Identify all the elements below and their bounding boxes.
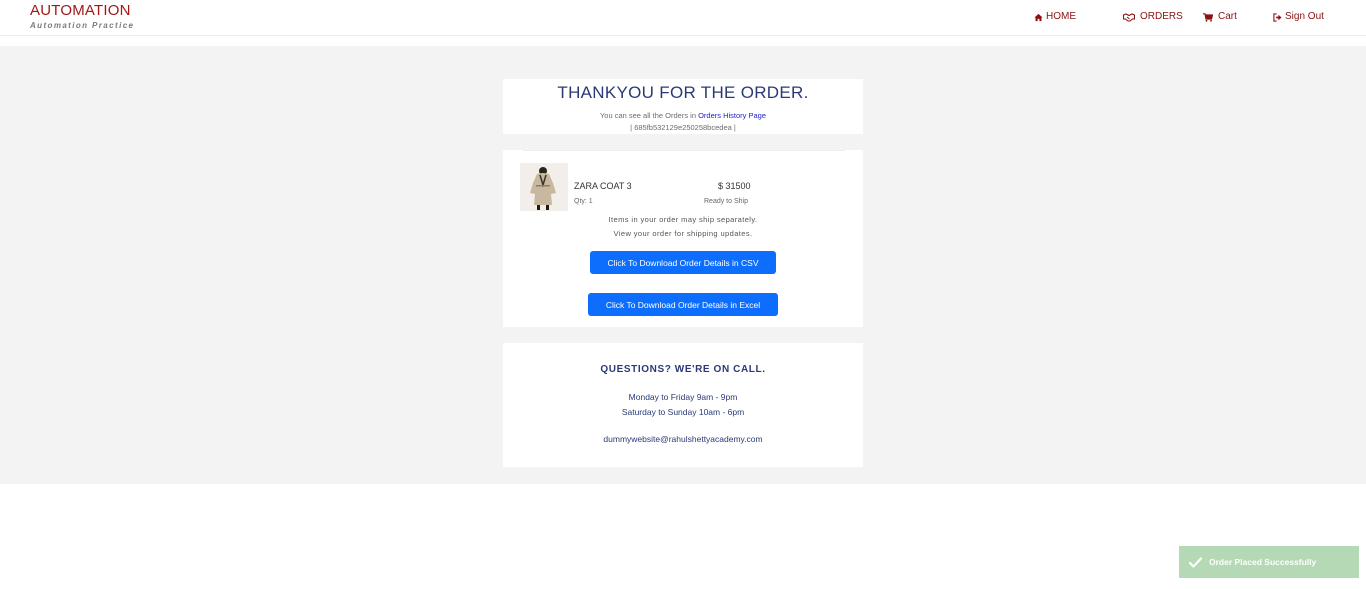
nav-cart-button[interactable]: Cart <box>1203 11 1237 23</box>
order-details-card: ZARA COAT 3 $ 31500 Qty: 1 Ready to Ship… <box>503 150 863 327</box>
nav-home-button[interactable]: HOME <box>1034 11 1076 23</box>
download-csv-button[interactable]: Click To Download Order Details in CSV <box>590 251 776 274</box>
nav-home-label: HOME <box>1046 11 1076 22</box>
brand-subtitle: Automation Practice <box>30 21 135 30</box>
order-id: | 685fb532129e250258bcedea | <box>630 123 736 132</box>
orders-history-prefix: You can see all the Orders in <box>599 111 699 120</box>
contact-title: QUESTIONS? WE'RE ON CALL. <box>600 364 766 375</box>
product-price: $ 31500 <box>718 181 751 191</box>
nav-cart-label: Cart <box>1218 11 1237 22</box>
download-excel-button[interactable]: Click To Download Order Details in Excel <box>588 293 778 316</box>
contact-email: dummywebsite@rahulshettyacademy.com <box>603 434 763 444</box>
home-icon <box>1034 13 1043 22</box>
thankyou-title: THANKYOU FOR THE ORDER. <box>557 83 809 102</box>
ship-note: View your order for shipping updates. <box>613 229 753 238</box>
orders-history-link[interactable]: Orders History Page <box>698 111 766 120</box>
brand-logo[interactable]: AUTOMATION Automation Practice <box>30 2 134 31</box>
handshake-icon <box>1123 12 1135 22</box>
nav-orders-button[interactable]: ORDERS <box>1123 11 1183 23</box>
sign-out-icon <box>1273 12 1282 22</box>
product-status: Ready to Ship <box>704 198 748 205</box>
divider <box>523 150 845 151</box>
nav-signout-button[interactable]: Sign Out <box>1273 11 1324 23</box>
weekday-hours: Monday to Friday 9am - 9pm <box>628 392 738 402</box>
contact-card: QUESTIONS? WE'RE ON CALL. Monday to Frid… <box>503 343 863 467</box>
orders-history-text: You can see all the Orders in Orders His… <box>503 111 863 120</box>
nav-signout-label: Sign Out <box>1285 11 1324 22</box>
cart-icon <box>1203 12 1213 22</box>
brand-title: AUTOMATION <box>30 2 131 19</box>
weekend-hours: Saturday to Sunday 10am - 6pm <box>621 407 745 417</box>
thankyou-card: THANKYOU FOR THE ORDER. You can see all … <box>503 79 863 134</box>
nav-orders-label: ORDERS <box>1140 11 1183 22</box>
product-quantity: Qty: 1 <box>574 198 593 205</box>
success-toast[interactable]: Order Placed Successfully <box>1179 546 1359 578</box>
product-name: ZARA COAT 3 <box>574 181 632 191</box>
toast-message: Order Placed Successfully <box>1209 557 1317 567</box>
ship-note: Items in your order may ship separately. <box>608 215 758 224</box>
check-icon <box>1188 555 1202 569</box>
coat-product-image <box>520 163 568 211</box>
top-navbar: AUTOMATION Automation Practice HOME ORDE… <box>0 0 1366 36</box>
